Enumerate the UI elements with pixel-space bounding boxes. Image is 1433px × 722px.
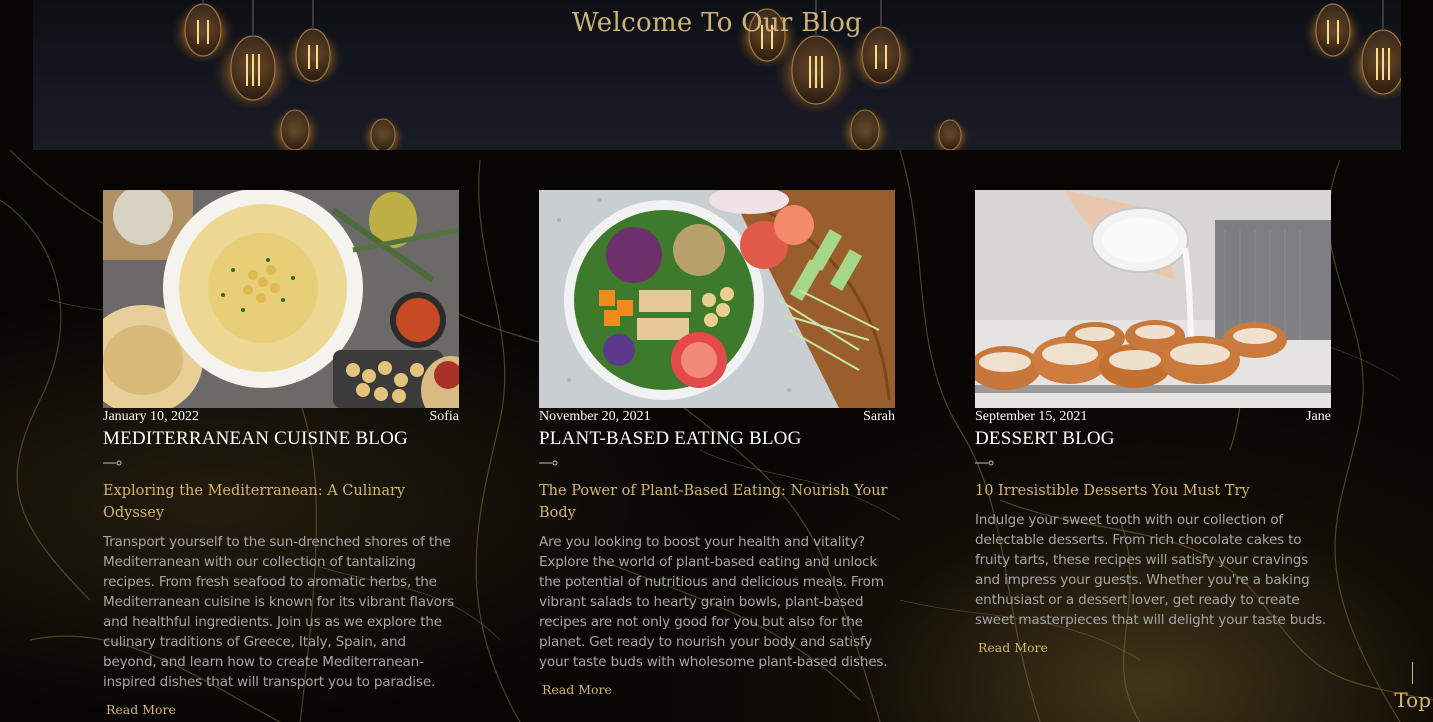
post-author: Sofia bbox=[429, 409, 459, 424]
blog-card: November 20, 2021 Sarah PLANT-BASED EATI… bbox=[539, 190, 895, 699]
post-meta: September 15, 2021 Jane bbox=[975, 409, 1331, 425]
post-title-link[interactable]: Exploring the Mediterranean: A Culinary … bbox=[103, 480, 459, 524]
read-more-link[interactable]: Read More bbox=[542, 682, 612, 697]
blog-category-heading: DESSERT BLOG bbox=[975, 428, 1115, 449]
post-excerpt: Transport yourself to the sun-drenched s… bbox=[103, 534, 455, 690]
hero-title: Welcome To Our Blog bbox=[571, 8, 863, 38]
read-more-link[interactable]: Read More bbox=[978, 640, 1048, 655]
ornament-divider-icon bbox=[539, 460, 558, 466]
ornament-divider-icon bbox=[975, 460, 994, 466]
post-date: September 15, 2021 bbox=[975, 409, 1088, 424]
back-to-top-button[interactable]: Top bbox=[1394, 688, 1431, 712]
post-excerpt: Are you looking to boost your health and… bbox=[539, 534, 888, 670]
read-more-link[interactable]: Read More bbox=[106, 702, 176, 717]
ornament-divider-icon bbox=[103, 460, 122, 466]
blog-category-heading: MEDITERRANEAN CUISINE BLOG bbox=[103, 428, 408, 449]
post-date: November 20, 2021 bbox=[539, 409, 651, 424]
blog-card: September 15, 2021 Jane DESSERT BLOG 10 … bbox=[975, 190, 1331, 657]
post-date: January 10, 2022 bbox=[103, 409, 200, 424]
hummus-bowl-image[interactable] bbox=[103, 190, 459, 408]
blog-category-heading: PLANT-BASED EATING BLOG bbox=[539, 428, 802, 449]
salad-bowl-image[interactable] bbox=[539, 190, 895, 408]
blog-page: Welcome To Our Blog January 10, 2022 Sof… bbox=[0, 0, 1433, 722]
post-title-link[interactable]: The Power of Plant-Based Eating: Nourish… bbox=[539, 480, 895, 524]
post-author: Sarah bbox=[863, 409, 895, 424]
post-meta: November 20, 2021 Sarah bbox=[539, 409, 895, 425]
post-meta: January 10, 2022 Sofia bbox=[103, 409, 459, 425]
hero-banner: Welcome To Our Blog bbox=[33, 0, 1401, 150]
glazed-donuts-image[interactable] bbox=[975, 190, 1331, 408]
blog-card: January 10, 2022 Sofia MEDITERRANEAN CUI… bbox=[103, 190, 459, 719]
post-title-link[interactable]: 10 Irresistible Desserts You Must Try bbox=[975, 480, 1331, 502]
post-excerpt: Indulge your sweet tooth with our collec… bbox=[975, 512, 1326, 628]
post-author: Jane bbox=[1306, 409, 1331, 424]
scroll-top-line bbox=[1412, 662, 1413, 684]
